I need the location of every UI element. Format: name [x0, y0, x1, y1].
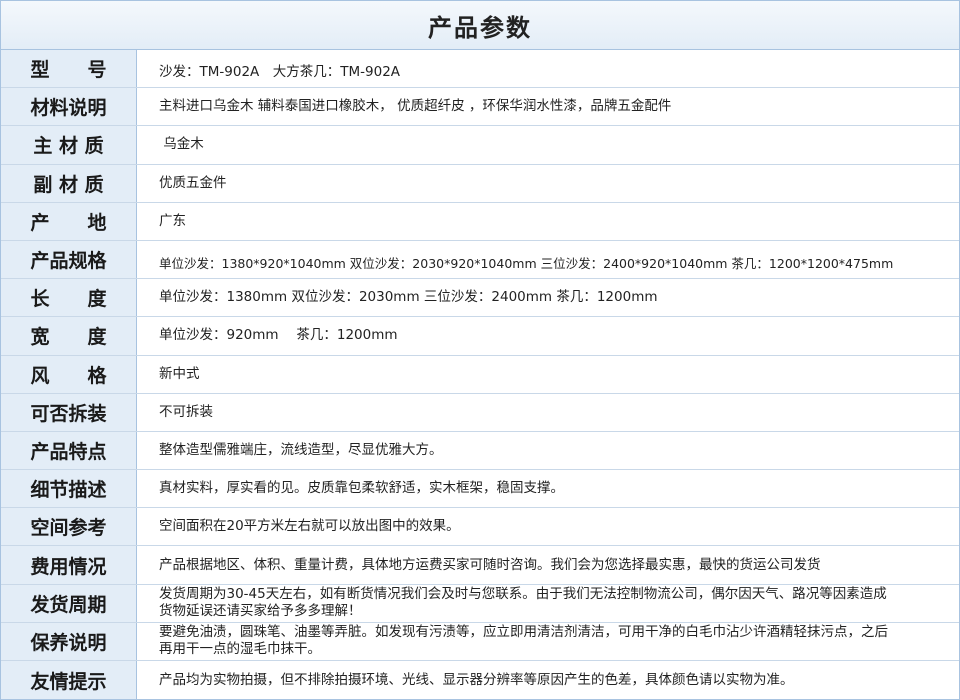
param-row-sub-material: 副 材 质 优质五金件 [1, 164, 959, 203]
param-label: 长 度 [1, 279, 137, 317]
param-label: 副 材 质 [1, 164, 137, 202]
product-params-table: 产品参数 型 号 沙发：TM-902A 大方茶几：TM-902A 材料说明 主料… [0, 0, 960, 700]
param-value: 广东 [159, 212, 186, 229]
param-value: 发货周期为30-45天左右，如有断货情况我们会及时与您联系。由于我们无法控制物流… [159, 586, 887, 620]
param-row-space: 空间参考 空间面积在20平方米左右就可以放出图中的效果。 [1, 508, 959, 547]
param-value: 不可拆装 [159, 403, 213, 420]
param-value: 真材实料，厚实看的见。皮质靠包柔软舒适，实木框架，稳固支撑。 [159, 480, 564, 497]
param-value: 单位沙发：920mm 茶几：1200mm [159, 327, 398, 344]
param-label: 宽 度 [1, 317, 137, 355]
param-row-cost: 费用情况 产品根据地区、体积、重量计费，具体地方运费买家可随时咨询。我们会为您选… [1, 546, 959, 585]
params-rows: 型 号 沙发：TM-902A 大方茶几：TM-902A 材料说明 主料进口乌金木… [1, 50, 959, 700]
param-value: 沙发：TM-902A 大方茶几：TM-902A [159, 64, 401, 81]
param-row-features: 产品特点 整体造型儒雅端庄，流线造型，尽显优雅大方。 [1, 431, 959, 471]
param-value: 整体造型儒雅端庄，流线造型，尽显优雅大方。 [159, 441, 443, 458]
param-label: 主 材 质 [1, 126, 137, 164]
param-label: 友情提示 [1, 661, 137, 700]
param-value: 新中式 [159, 365, 200, 382]
param-row-main-material: 主 材 质 乌金木 [1, 126, 959, 165]
param-value: 优质五金件 [159, 174, 227, 191]
param-value: 产品根据地区、体积、重量计费，具体地方运费买家可随时咨询。我们会为您选择最实惠，… [159, 556, 821, 573]
param-label: 风 格 [1, 355, 137, 393]
param-value: 要避免油渍，圆珠笔、油墨等弄脏。如发现有污渍等，应立即用清洁剂清洁，可用干净的白… [159, 624, 888, 658]
param-value: 主料进口乌金木 辅料泰国进口橡胶木， 优质超纤皮 ，环保华润水性漆，品牌五金配件 [159, 98, 672, 115]
param-row-shipping: 发货周期 发货周期为30-45天左右，如有断货情况我们会及时与您联系。由于我们无… [1, 584, 959, 623]
param-value: 空间面积在20平方米左右就可以放出图中的效果。 [159, 518, 460, 535]
param-label: 材料说明 [1, 88, 137, 126]
param-value: 单位沙发：1380*920*1040mm 双位沙发：2030*920*1040m… [159, 256, 894, 272]
page-title: 产品参数 [428, 13, 532, 42]
param-value: 单位沙发：1380mm 双位沙发：2030mm 三位沙发：2400mm 茶几：1… [159, 289, 658, 306]
param-value: 乌金木 [159, 136, 204, 153]
param-row-details: 细节描述 真材实料，厚实看的见。皮质靠包柔软舒适，实木框架，稳固支撑。 [1, 470, 959, 509]
param-row-spec: 产品规格 单位沙发：1380*920*1040mm 双位沙发：2030*920*… [1, 240, 959, 280]
param-label: 产品规格 [1, 240, 137, 279]
param-row-materials: 材料说明 主料进口乌金木 辅料泰国进口橡胶木， 优质超纤皮 ，环保华润水性漆，品… [1, 88, 959, 127]
param-label: 费用情况 [1, 546, 137, 584]
param-row-tips: 友情提示 产品均为实物拍摄，但不排除拍摄环境、光线、显示器分辨率等原因产生的色差… [1, 661, 959, 700]
param-label: 可否拆装 [1, 393, 137, 431]
param-row-length: 长 度 单位沙发：1380mm 双位沙发：2030mm 三位沙发：2400mm … [1, 279, 959, 318]
param-label: 细节描述 [1, 470, 137, 508]
param-label: 产品特点 [1, 431, 137, 470]
table-header: 产品参数 [1, 1, 959, 50]
param-label: 发货周期 [1, 584, 137, 622]
param-row-maintenance: 保养说明 要避免油渍，圆珠笔、油墨等弄脏。如发现有污渍等，应立即用清洁剂清洁，可… [1, 622, 959, 661]
param-label: 产 地 [1, 202, 137, 240]
param-row-style: 风 格 新中式 [1, 355, 959, 394]
param-row-model: 型 号 沙发：TM-902A 大方茶几：TM-902A [1, 50, 959, 89]
param-label: 保养说明 [1, 622, 137, 660]
param-row-origin: 产 地 广东 [1, 202, 959, 241]
param-row-detachable: 可否拆装 不可拆装 [1, 393, 959, 432]
param-label: 空间参考 [1, 508, 137, 546]
param-value: 产品均为实物拍摄，但不排除拍摄环境、光线、显示器分辨率等原因产生的色差，具体颜色… [159, 671, 794, 688]
param-label: 型 号 [1, 50, 137, 88]
param-row-width: 宽 度 单位沙发：920mm 茶几：1200mm [1, 317, 959, 356]
